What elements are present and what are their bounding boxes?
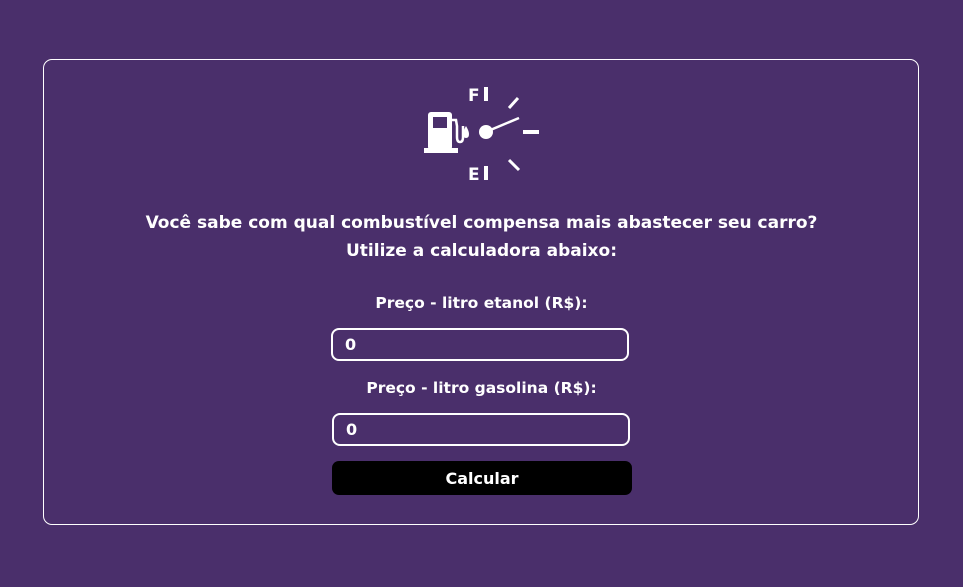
gasolina-price-label: Preço - litro gasolina (R$): (366, 379, 597, 397)
etanol-price-input[interactable] (331, 328, 629, 361)
gauge-tick-lower (507, 158, 521, 172)
etanol-price-label: Preço - litro etanol (R$): (375, 294, 588, 312)
gauge-full-mark: F (468, 86, 480, 106)
gauge-tick-upper (507, 96, 520, 110)
calculate-button[interactable]: Calcular (332, 461, 632, 495)
gauge-full-tick (484, 87, 488, 101)
intro-question-line2: Utilize a calculadora abaixo: (345, 241, 617, 261)
gauge-empty-tick (484, 166, 488, 180)
gauge-empty-mark: E (468, 165, 480, 184)
page: F E Você sabe com qual combustível compe… (0, 0, 963, 587)
gauge-needle-hub (479, 125, 493, 139)
intro-question: Você sabe com qual combustível compensa … (0, 209, 963, 265)
intro-question-line1: Você sabe com qual combustível compensa … (145, 213, 818, 233)
fuel-gauge-icon: F E (424, 86, 539, 184)
gauge-needle (487, 116, 520, 133)
gauge-tick-middle (523, 130, 539, 134)
gasolina-price-input[interactable] (332, 413, 630, 446)
fuel-pump-icon (424, 112, 469, 153)
